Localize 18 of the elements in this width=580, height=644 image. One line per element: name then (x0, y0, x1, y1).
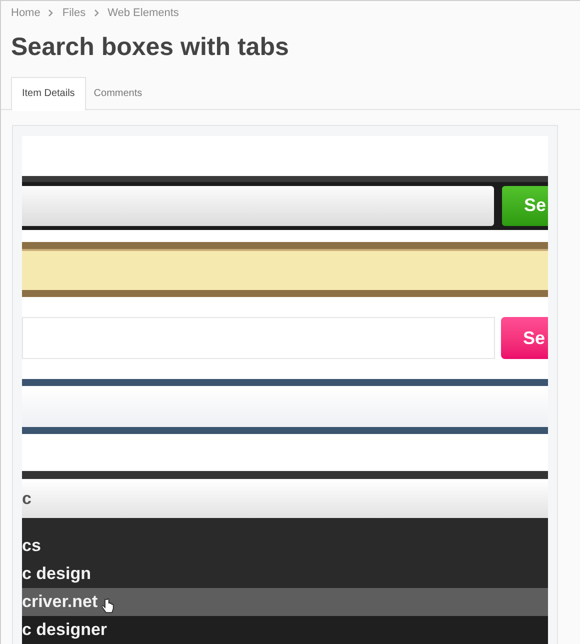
breadcrumb-link[interactable]: Files (62, 5, 86, 22)
dropdown-item[interactable]: c design (22, 560, 548, 588)
chevron-icon (94, 9, 100, 18)
search-field[interactable]: c (22, 478, 548, 518)
dropdown-item[interactable]: c designer (22, 616, 548, 644)
dropdown-item[interactable]: cs (22, 532, 548, 560)
search-field[interactable] (22, 186, 494, 226)
tab[interactable]: Comments (86, 76, 150, 110)
hand-cursor-icon (102, 598, 114, 614)
search-button[interactable]: Se (501, 317, 548, 360)
chevron-icon (48, 9, 54, 18)
breadcrumb-link[interactable]: Web Elements (108, 5, 179, 22)
breadcrumb-link[interactable]: Home (11, 5, 40, 22)
page-title: Search boxes with tabs (10, 32, 290, 62)
search-field[interactable] (22, 242, 548, 298)
search-field[interactable] (22, 379, 548, 434)
tab[interactable]: Item Details (11, 76, 86, 111)
dropdown-item[interactable]: criver.net (22, 588, 548, 616)
